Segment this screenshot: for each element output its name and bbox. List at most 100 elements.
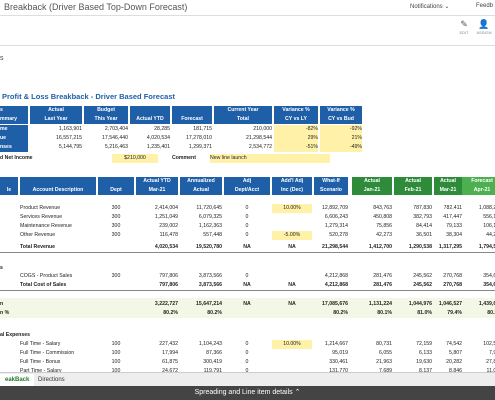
grid-header-row: le Account Description Dept Mar-21 Actual Dep… <box>0 186 495 195</box>
grid-cell: Total Cost of Sales <box>20 282 67 288</box>
grid-cell: Full Time - Salary <box>20 341 61 347</box>
summary-header: Actual YTD <box>130 115 170 124</box>
section-label: al Expenses <box>0 332 30 338</box>
summary-cell[interactable]: -92% <box>320 125 362 134</box>
grid-cell: 300 <box>111 205 121 211</box>
grid-cell: 11,720,645 <box>196 205 222 211</box>
grid-cell <box>98 300 134 309</box>
grid-cell: 95,019 <box>332 350 348 356</box>
grid-cell: 0 <box>245 350 249 356</box>
grid-cell: 87,366 <box>206 350 222 356</box>
grid-cell: 3,873,566 <box>198 282 222 288</box>
grid-cell: 79.4% <box>447 310 462 316</box>
grid-cell <box>0 204 18 213</box>
summary-cell[interactable]: 21% <box>320 134 362 143</box>
grid-cell: 787,830 <box>413 205 432 211</box>
grid-cell: 1,317,295 <box>438 244 462 250</box>
grid-cell: NA <box>243 282 251 288</box>
user-icon: 👤 <box>478 19 490 29</box>
adj-input[interactable]: 10.00% <box>272 340 312 349</box>
grid-header: Add'l Adj <box>272 177 312 186</box>
net-income-input[interactable]: $210,000 <box>112 154 158 163</box>
grid-cell: 330,461 <box>329 359 348 365</box>
feedback-button[interactable]: Feedb <box>476 3 493 9</box>
summary-header: CY vs LY <box>274 115 318 124</box>
comment-input[interactable]: New line launch <box>210 154 330 163</box>
summary-cell[interactable]: -51% <box>274 143 318 152</box>
summary-header: Variance % <box>274 106 318 115</box>
grid-cell: 1,214,667 <box>324 341 348 347</box>
grid-cell: 42,273 <box>376 232 392 238</box>
grid-cell: 1,290,538 <box>408 244 432 250</box>
grid-cell: 21,298,544 <box>322 244 348 250</box>
adj-input[interactable]: 10.00% <box>272 204 312 213</box>
tab-directions[interactable]: Directions <box>33 374 70 386</box>
adj-input[interactable]: -5.00% <box>272 231 312 240</box>
summary-cell: 1,235,401 <box>146 144 170 150</box>
summary-cell: 16,557,215 <box>56 135 82 141</box>
notifications-button[interactable]: Notifications ⌄ <box>410 3 449 10</box>
spreading-details-bar[interactable]: Spreading and Line item details ⌃ <box>0 386 495 400</box>
summary-header-row: s Actual Budget Current Year Variance % Varia… <box>0 106 495 115</box>
grid-row: Full Time - Commission 100 17,994 87,366 0 95… <box>0 349 495 358</box>
summary-cell: 210,000 <box>253 126 272 132</box>
grid-cell: Other Revenue <box>20 232 56 238</box>
grid-cell: 6,133 <box>419 350 432 356</box>
adj-input[interactable] <box>272 272 312 281</box>
grid-cell <box>0 272 18 281</box>
grid-cell: 843,763 <box>373 205 392 211</box>
adj-input[interactable] <box>272 358 312 367</box>
grid-row: Full Time - Salary 100 227,432 1,104,243 0 10… <box>0 340 495 349</box>
grid-cell <box>0 213 18 222</box>
grid-header: Forecast <box>462 177 495 186</box>
adj-input[interactable]: NA <box>272 281 312 290</box>
grid-row: Other Revenue 300 116,478 557,448 0 -5.00% 520… <box>0 231 495 240</box>
grid-row: Maintenance Revenue 300 239,002 1,162,363 0 1… <box>0 222 495 231</box>
grid-cell: 2,414,004 <box>154 205 178 211</box>
grid-cell: Total Revenue <box>20 244 56 250</box>
grid-cell: 0 <box>245 273 249 279</box>
summary-cell: 4,020,534 <box>146 135 170 141</box>
summary-cell: 17,278,010 <box>186 135 212 141</box>
grid-cell: 80.2% <box>487 310 495 316</box>
summary-cell[interactable]: -82% <box>274 125 318 134</box>
grid-cell: 36,501 <box>416 232 432 238</box>
grid-header: Mar-21 <box>136 186 178 195</box>
grid-cell: Product Revenue <box>20 205 61 211</box>
grid-cell: 1,046,527 <box>438 301 462 307</box>
summary-cell: nses <box>0 143 28 152</box>
summary-cell: 181,715 <box>193 126 212 132</box>
page-title: Breakback (Driver Based Top-Down Forecas… <box>4 2 188 12</box>
adj-input[interactable] <box>272 309 312 318</box>
grid-cell: 300 <box>111 273 121 279</box>
adj-input[interactable]: NA <box>272 243 312 252</box>
adj-input[interactable] <box>272 213 312 222</box>
assign-button[interactable]: 👤 ASSIGN <box>472 18 495 42</box>
grid-cell: 245,562 <box>413 282 432 288</box>
grid-cell: 1,088,235 <box>478 205 495 211</box>
grid-cell: 7,999 <box>489 350 495 356</box>
gross-profit-row: n 3,222,727 15,647,214 NA NA 17,085,676 1,131,… <box>0 300 495 309</box>
adj-input[interactable]: NA <box>272 300 312 309</box>
grid-cell: 1,104,243 <box>198 341 222 347</box>
adj-input[interactable] <box>272 349 312 358</box>
adj-input[interactable] <box>272 222 312 231</box>
grid-cell: 102,526 <box>483 341 495 347</box>
summary-cell: 1,163,901 <box>58 126 82 132</box>
grid-cell: 0 <box>245 232 249 238</box>
grid-cell: 6,079,325 <box>198 214 222 220</box>
summary-cell: 17,546,440 <box>102 135 128 141</box>
section-title: Profit & Loss Breakback - Driver Based F… <box>2 92 175 101</box>
grid-cell: 19,630 <box>416 359 432 365</box>
summary-header: Total <box>214 115 272 124</box>
summary-cell[interactable]: 29% <box>274 134 318 143</box>
grid-cell: 106,145 <box>483 223 495 229</box>
grid-cell: 556,143 <box>483 214 495 220</box>
net-income-row: d Net Income $210,000 Comment New line laun… <box>0 154 495 163</box>
net-income-label: d Net Income <box>0 155 33 161</box>
grid-header: Feb-21 <box>394 186 432 195</box>
filter-label: s <box>0 55 4 62</box>
grid-cell: Full Time - Bonus <box>20 359 61 365</box>
grid-header-row: Actual YTD Annualized Adj Add'l Adj What-If A… <box>0 177 495 186</box>
summary-cell[interactable]: -49% <box>320 143 362 152</box>
